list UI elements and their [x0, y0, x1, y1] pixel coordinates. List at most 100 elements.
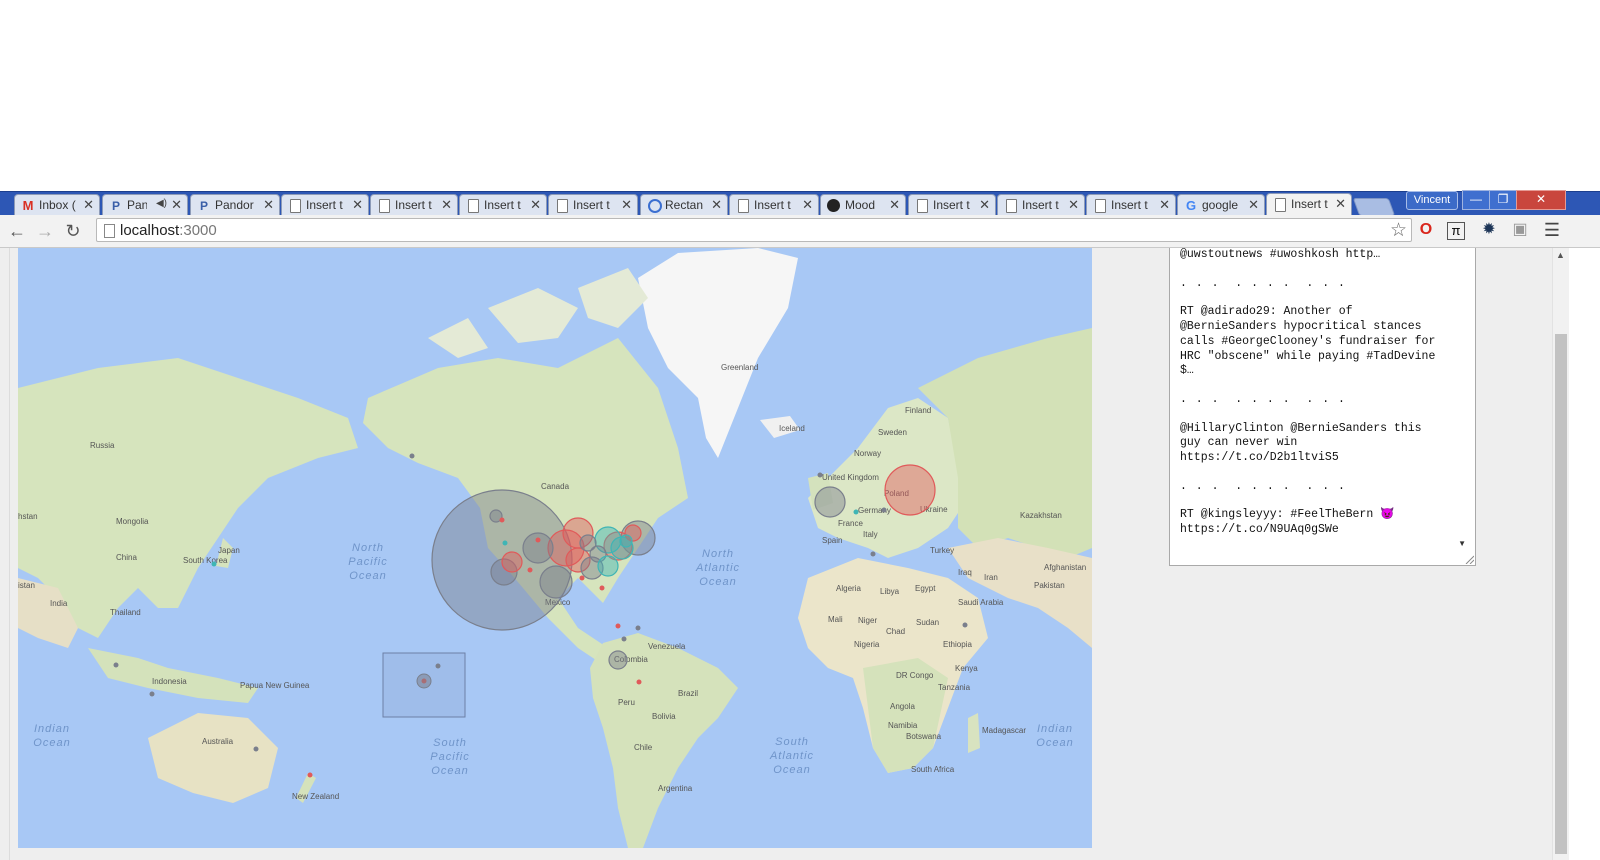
document-icon — [917, 199, 928, 213]
tab-title: Insert t — [1291, 197, 1328, 211]
close-tab-icon[interactable]: ✕ — [352, 197, 363, 213]
tweet-point-marker[interactable] — [853, 509, 859, 515]
scrollbar-thumb[interactable] — [1555, 334, 1567, 854]
tweet-point-marker[interactable] — [535, 537, 541, 543]
tweet-point-marker[interactable] — [211, 561, 217, 567]
opera-extension-icon[interactable]: O — [1416, 220, 1436, 240]
close-tab-icon[interactable]: ✕ — [441, 197, 452, 213]
tweet-cluster-marker[interactable] — [539, 565, 573, 599]
scroll-up-arrow-icon[interactable]: ▲ — [1556, 250, 1565, 260]
close-tab-icon[interactable]: ✕ — [979, 197, 990, 213]
close-window-button[interactable]: ✕ — [1516, 190, 1566, 210]
browser-tab[interactable]: Insert t ✕ — [908, 194, 996, 216]
browser-tab[interactable]: Insert t ✕ — [729, 194, 819, 216]
minimize-button[interactable]: — — [1462, 190, 1490, 210]
tweet-point-marker[interactable] — [579, 575, 585, 581]
map-place-label: Chile — [634, 743, 653, 752]
map-place-label: Finland — [905, 406, 931, 415]
close-tab-icon[interactable]: ✕ — [263, 197, 274, 213]
tweet-point-marker[interactable] — [409, 453, 415, 459]
tweet-point-marker[interactable] — [962, 622, 968, 628]
reload-button[interactable]: ↻ — [62, 220, 84, 242]
ocean-label: Pacific — [348, 556, 387, 568]
browser-tab[interactable]: Rectan ✕ — [640, 194, 728, 216]
browser-tab[interactable]: Insert t ✕ — [1266, 193, 1352, 216]
tweet-cluster-marker[interactable] — [501, 551, 523, 573]
tweet-point-marker[interactable] — [435, 663, 441, 669]
browser-tab[interactable]: Insert t ✕ — [459, 194, 547, 216]
tweet-point-marker[interactable] — [149, 691, 155, 697]
tweet-point-marker[interactable] — [881, 507, 887, 513]
tab-title: Insert t — [933, 198, 970, 212]
resize-handle-icon[interactable] — [1464, 554, 1474, 564]
pi-extension-icon[interactable]: π — [1447, 222, 1465, 240]
close-tab-icon[interactable]: ✕ — [621, 197, 632, 213]
tweet-cluster-marker[interactable] — [884, 464, 936, 516]
feed-scrollbar[interactable]: ▼ — [1454, 248, 1469, 548]
tweet-point-marker[interactable] — [307, 772, 313, 778]
bucket-extension-icon[interactable]: ▣ — [1510, 220, 1530, 240]
map-place-label: Mongolia — [116, 517, 149, 526]
new-tab-button[interactable] — [1352, 198, 1396, 216]
gear-extension-icon[interactable]: ✹ — [1479, 220, 1499, 240]
address-bar[interactable]: localhost:3000 ☆ — [96, 218, 1412, 242]
bookmark-star-icon[interactable]: ☆ — [1390, 219, 1407, 242]
browser-tab[interactable]: Insert t ✕ — [370, 194, 458, 216]
close-tab-icon[interactable]: ✕ — [83, 197, 94, 213]
browser-tab[interactable]: P Pan ◀) ✕ — [102, 194, 188, 216]
browser-tab[interactable]: Ggoogle ✕ — [1177, 194, 1265, 216]
maximize-button[interactable]: ❐ — [1489, 190, 1517, 210]
tweet-point-marker[interactable] — [599, 585, 605, 591]
browser-tab[interactable]: Insert t ✕ — [1086, 194, 1176, 216]
audio-playing-icon[interactable]: ◀) — [156, 198, 167, 209]
map-place-label: Chad — [886, 627, 905, 636]
browser-tab[interactable]: Mood ✕ — [820, 194, 906, 216]
tweet-point-marker[interactable] — [253, 746, 259, 752]
tweet-cluster-marker[interactable] — [608, 650, 628, 670]
close-tab-icon[interactable]: ✕ — [1068, 197, 1079, 213]
tweet-point-marker[interactable] — [615, 623, 621, 629]
tab-title: Insert t — [395, 198, 432, 212]
close-tab-icon[interactable]: ✕ — [1248, 197, 1259, 213]
tweet-cluster-marker[interactable] — [619, 534, 633, 548]
close-tab-icon[interactable]: ✕ — [1335, 196, 1346, 212]
tweet-feed-panel[interactable]: @uwstoutnews #uwoshkosh http… . . . . . … — [1169, 248, 1476, 566]
tweet-point-marker[interactable] — [113, 662, 119, 668]
tweet-point-marker[interactable] — [527, 567, 533, 573]
tweet-cluster-marker[interactable] — [416, 673, 432, 689]
profile-button[interactable]: Vincent — [1406, 191, 1458, 210]
map-place-label: Iran — [984, 573, 998, 582]
forward-button[interactable]: → — [34, 220, 56, 242]
tweet-cluster-marker[interactable] — [597, 555, 619, 577]
tweet-point-marker[interactable] — [635, 625, 641, 631]
close-tab-icon[interactable]: ✕ — [171, 197, 182, 213]
tweet-point-marker[interactable] — [502, 540, 508, 546]
tweet-point-marker[interactable] — [870, 551, 876, 557]
tweet-point-marker[interactable] — [817, 472, 823, 478]
gmail-icon: M — [22, 198, 34, 213]
close-tab-icon[interactable]: ✕ — [711, 197, 722, 213]
document-icon — [290, 199, 301, 213]
browser-tab[interactable]: P Pandor ✕ — [190, 194, 280, 216]
map-place-label: Australia — [202, 737, 234, 746]
browser-tab[interactable]: Insert t ✕ — [548, 194, 638, 216]
map-place-label: Iceland — [779, 424, 805, 433]
browser-tab[interactable]: Insert t ✕ — [997, 194, 1085, 216]
page-scrollbar[interactable]: ▲ — [1552, 248, 1569, 860]
tweet-point-marker[interactable] — [636, 679, 642, 685]
menu-icon[interactable]: ☰ — [1542, 220, 1562, 240]
tweet-point-marker[interactable] — [499, 517, 505, 523]
tweet-cluster-marker[interactable] — [814, 486, 846, 518]
map-place-label: Kenya — [955, 664, 978, 673]
browser-tab[interactable]: Insert t ✕ — [281, 194, 369, 216]
close-tab-icon[interactable]: ✕ — [802, 197, 813, 213]
back-button[interactable]: ← — [6, 220, 28, 242]
scroll-down-arrow-icon[interactable]: ▼ — [1458, 539, 1466, 548]
close-tab-icon[interactable]: ✕ — [889, 197, 900, 213]
close-tab-icon[interactable]: ✕ — [1159, 197, 1170, 213]
close-tab-icon[interactable]: ✕ — [530, 197, 541, 213]
browser-tab[interactable]: M Inbox (✕ — [14, 194, 100, 216]
world-map[interactable]: Greenland Iceland Finland Sweden Norway Russi… — [18, 248, 1092, 848]
tweet-cluster-marker[interactable] — [579, 534, 597, 552]
tweet-point-marker[interactable] — [621, 636, 627, 642]
